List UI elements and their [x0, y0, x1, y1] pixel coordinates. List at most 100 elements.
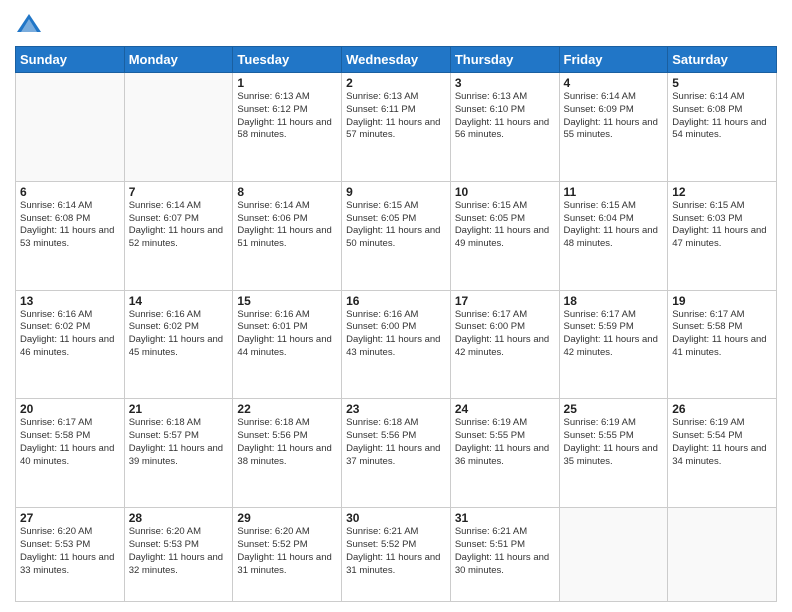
calendar-cell: 31Sunrise: 6:21 AM Sunset: 5:51 PM Dayli…	[450, 508, 559, 602]
day-info: Sunrise: 6:19 AM Sunset: 5:55 PM Dayligh…	[455, 417, 555, 468]
day-number: 21	[129, 402, 229, 416]
day-number: 1	[237, 76, 337, 90]
calendar-cell: 25Sunrise: 6:19 AM Sunset: 5:55 PM Dayli…	[559, 399, 668, 508]
day-info: Sunrise: 6:18 AM Sunset: 5:57 PM Dayligh…	[129, 417, 229, 468]
day-info: Sunrise: 6:15 AM Sunset: 6:03 PM Dayligh…	[672, 200, 772, 251]
day-info: Sunrise: 6:17 AM Sunset: 5:59 PM Dayligh…	[564, 309, 664, 360]
calendar-cell: 11Sunrise: 6:15 AM Sunset: 6:04 PM Dayli…	[559, 181, 668, 290]
calendar-cell: 24Sunrise: 6:19 AM Sunset: 5:55 PM Dayli…	[450, 399, 559, 508]
day-number: 16	[346, 294, 446, 308]
day-number: 29	[237, 511, 337, 525]
day-number: 10	[455, 185, 555, 199]
day-info: Sunrise: 6:16 AM Sunset: 6:02 PM Dayligh…	[129, 309, 229, 360]
calendar-cell: 1Sunrise: 6:13 AM Sunset: 6:12 PM Daylig…	[233, 73, 342, 182]
week-row-5: 27Sunrise: 6:20 AM Sunset: 5:53 PM Dayli…	[16, 508, 777, 602]
day-info: Sunrise: 6:13 AM Sunset: 6:12 PM Dayligh…	[237, 91, 337, 142]
day-info: Sunrise: 6:19 AM Sunset: 5:55 PM Dayligh…	[564, 417, 664, 468]
calendar-cell: 15Sunrise: 6:16 AM Sunset: 6:01 PM Dayli…	[233, 290, 342, 399]
calendar-header-friday: Friday	[559, 47, 668, 73]
calendar-cell: 4Sunrise: 6:14 AM Sunset: 6:09 PM Daylig…	[559, 73, 668, 182]
calendar-cell	[668, 508, 777, 602]
day-info: Sunrise: 6:15 AM Sunset: 6:05 PM Dayligh…	[346, 200, 446, 251]
day-info: Sunrise: 6:17 AM Sunset: 6:00 PM Dayligh…	[455, 309, 555, 360]
calendar-cell: 16Sunrise: 6:16 AM Sunset: 6:00 PM Dayli…	[342, 290, 451, 399]
day-number: 12	[672, 185, 772, 199]
calendar-cell: 27Sunrise: 6:20 AM Sunset: 5:53 PM Dayli…	[16, 508, 125, 602]
day-number: 18	[564, 294, 664, 308]
calendar-header-saturday: Saturday	[668, 47, 777, 73]
calendar-cell: 2Sunrise: 6:13 AM Sunset: 6:11 PM Daylig…	[342, 73, 451, 182]
calendar-cell: 12Sunrise: 6:15 AM Sunset: 6:03 PM Dayli…	[668, 181, 777, 290]
calendar-cell: 8Sunrise: 6:14 AM Sunset: 6:06 PM Daylig…	[233, 181, 342, 290]
day-number: 6	[20, 185, 120, 199]
logo	[15, 10, 47, 38]
day-number: 24	[455, 402, 555, 416]
day-number: 20	[20, 402, 120, 416]
day-number: 19	[672, 294, 772, 308]
day-info: Sunrise: 6:14 AM Sunset: 6:08 PM Dayligh…	[672, 91, 772, 142]
calendar-cell: 19Sunrise: 6:17 AM Sunset: 5:58 PM Dayli…	[668, 290, 777, 399]
calendar-cell: 30Sunrise: 6:21 AM Sunset: 5:52 PM Dayli…	[342, 508, 451, 602]
day-info: Sunrise: 6:14 AM Sunset: 6:09 PM Dayligh…	[564, 91, 664, 142]
day-number: 2	[346, 76, 446, 90]
day-info: Sunrise: 6:15 AM Sunset: 6:04 PM Dayligh…	[564, 200, 664, 251]
week-row-3: 13Sunrise: 6:16 AM Sunset: 6:02 PM Dayli…	[16, 290, 777, 399]
calendar-cell: 3Sunrise: 6:13 AM Sunset: 6:10 PM Daylig…	[450, 73, 559, 182]
day-number: 14	[129, 294, 229, 308]
day-info: Sunrise: 6:14 AM Sunset: 6:08 PM Dayligh…	[20, 200, 120, 251]
day-info: Sunrise: 6:20 AM Sunset: 5:52 PM Dayligh…	[237, 526, 337, 577]
day-info: Sunrise: 6:20 AM Sunset: 5:53 PM Dayligh…	[129, 526, 229, 577]
calendar-cell	[124, 73, 233, 182]
calendar-header-monday: Monday	[124, 47, 233, 73]
header	[15, 10, 777, 38]
calendar-cell: 26Sunrise: 6:19 AM Sunset: 5:54 PM Dayli…	[668, 399, 777, 508]
calendar-cell: 21Sunrise: 6:18 AM Sunset: 5:57 PM Dayli…	[124, 399, 233, 508]
day-info: Sunrise: 6:16 AM Sunset: 6:01 PM Dayligh…	[237, 309, 337, 360]
calendar-cell: 22Sunrise: 6:18 AM Sunset: 5:56 PM Dayli…	[233, 399, 342, 508]
calendar-header-wednesday: Wednesday	[342, 47, 451, 73]
day-number: 8	[237, 185, 337, 199]
calendar-cell: 29Sunrise: 6:20 AM Sunset: 5:52 PM Dayli…	[233, 508, 342, 602]
calendar-header-tuesday: Tuesday	[233, 47, 342, 73]
day-number: 31	[455, 511, 555, 525]
calendar-cell: 13Sunrise: 6:16 AM Sunset: 6:02 PM Dayli…	[16, 290, 125, 399]
day-info: Sunrise: 6:19 AM Sunset: 5:54 PM Dayligh…	[672, 417, 772, 468]
day-number: 22	[237, 402, 337, 416]
day-number: 25	[564, 402, 664, 416]
day-info: Sunrise: 6:18 AM Sunset: 5:56 PM Dayligh…	[346, 417, 446, 468]
day-info: Sunrise: 6:18 AM Sunset: 5:56 PM Dayligh…	[237, 417, 337, 468]
day-info: Sunrise: 6:13 AM Sunset: 6:10 PM Dayligh…	[455, 91, 555, 142]
day-number: 13	[20, 294, 120, 308]
calendar-cell: 17Sunrise: 6:17 AM Sunset: 6:00 PM Dayli…	[450, 290, 559, 399]
day-info: Sunrise: 6:14 AM Sunset: 6:06 PM Dayligh…	[237, 200, 337, 251]
day-number: 23	[346, 402, 446, 416]
day-number: 15	[237, 294, 337, 308]
calendar: SundayMondayTuesdayWednesdayThursdayFrid…	[15, 46, 777, 602]
day-number: 5	[672, 76, 772, 90]
calendar-cell: 9Sunrise: 6:15 AM Sunset: 6:05 PM Daylig…	[342, 181, 451, 290]
calendar-cell: 10Sunrise: 6:15 AM Sunset: 6:05 PM Dayli…	[450, 181, 559, 290]
calendar-cell	[559, 508, 668, 602]
day-number: 7	[129, 185, 229, 199]
calendar-cell: 28Sunrise: 6:20 AM Sunset: 5:53 PM Dayli…	[124, 508, 233, 602]
day-info: Sunrise: 6:21 AM Sunset: 5:52 PM Dayligh…	[346, 526, 446, 577]
calendar-cell: 23Sunrise: 6:18 AM Sunset: 5:56 PM Dayli…	[342, 399, 451, 508]
day-info: Sunrise: 6:20 AM Sunset: 5:53 PM Dayligh…	[20, 526, 120, 577]
calendar-cell: 18Sunrise: 6:17 AM Sunset: 5:59 PM Dayli…	[559, 290, 668, 399]
day-info: Sunrise: 6:17 AM Sunset: 5:58 PM Dayligh…	[20, 417, 120, 468]
day-number: 30	[346, 511, 446, 525]
day-info: Sunrise: 6:21 AM Sunset: 5:51 PM Dayligh…	[455, 526, 555, 577]
calendar-header-thursday: Thursday	[450, 47, 559, 73]
week-row-1: 1Sunrise: 6:13 AM Sunset: 6:12 PM Daylig…	[16, 73, 777, 182]
day-number: 26	[672, 402, 772, 416]
day-info: Sunrise: 6:16 AM Sunset: 6:00 PM Dayligh…	[346, 309, 446, 360]
calendar-cell: 5Sunrise: 6:14 AM Sunset: 6:08 PM Daylig…	[668, 73, 777, 182]
day-number: 27	[20, 511, 120, 525]
logo-icon	[15, 10, 43, 38]
week-row-4: 20Sunrise: 6:17 AM Sunset: 5:58 PM Dayli…	[16, 399, 777, 508]
day-number: 28	[129, 511, 229, 525]
day-number: 11	[564, 185, 664, 199]
day-number: 4	[564, 76, 664, 90]
day-number: 3	[455, 76, 555, 90]
day-info: Sunrise: 6:16 AM Sunset: 6:02 PM Dayligh…	[20, 309, 120, 360]
